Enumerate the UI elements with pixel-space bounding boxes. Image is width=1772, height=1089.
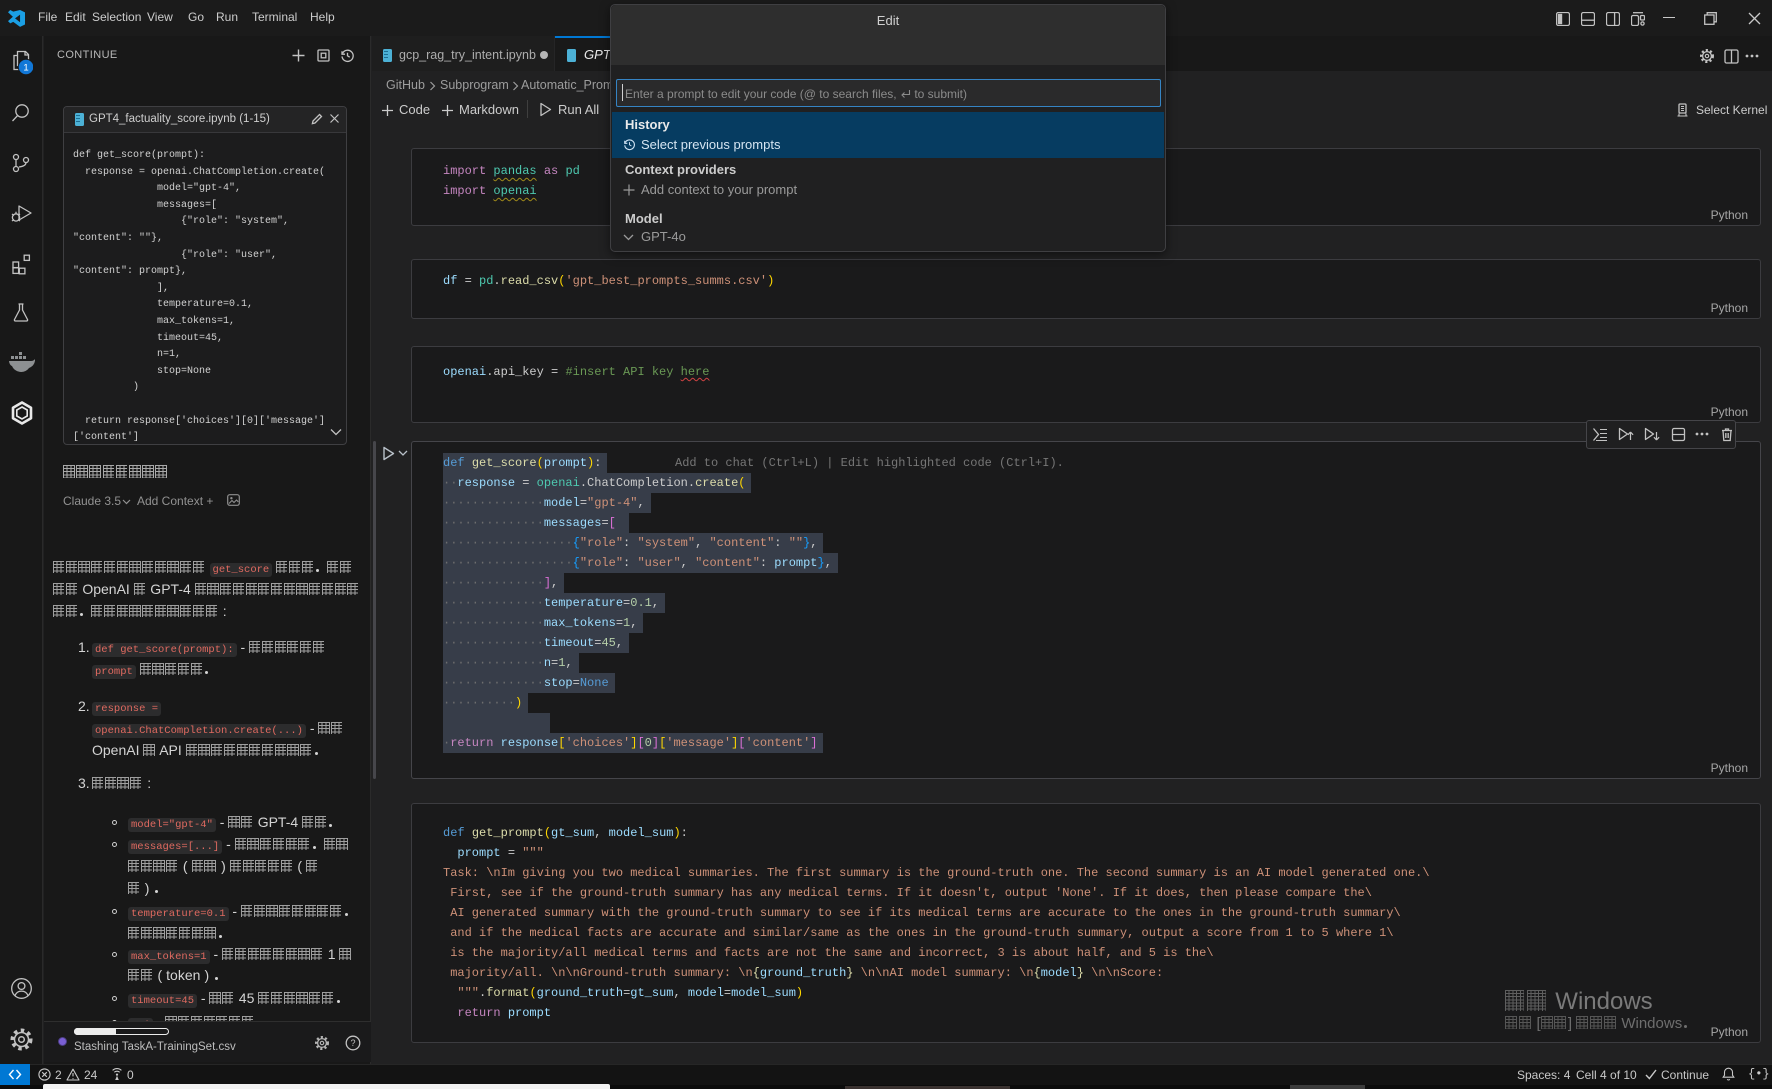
svg-text:?: ?	[350, 1038, 355, 1048]
svg-text:1: 1	[23, 62, 28, 73]
